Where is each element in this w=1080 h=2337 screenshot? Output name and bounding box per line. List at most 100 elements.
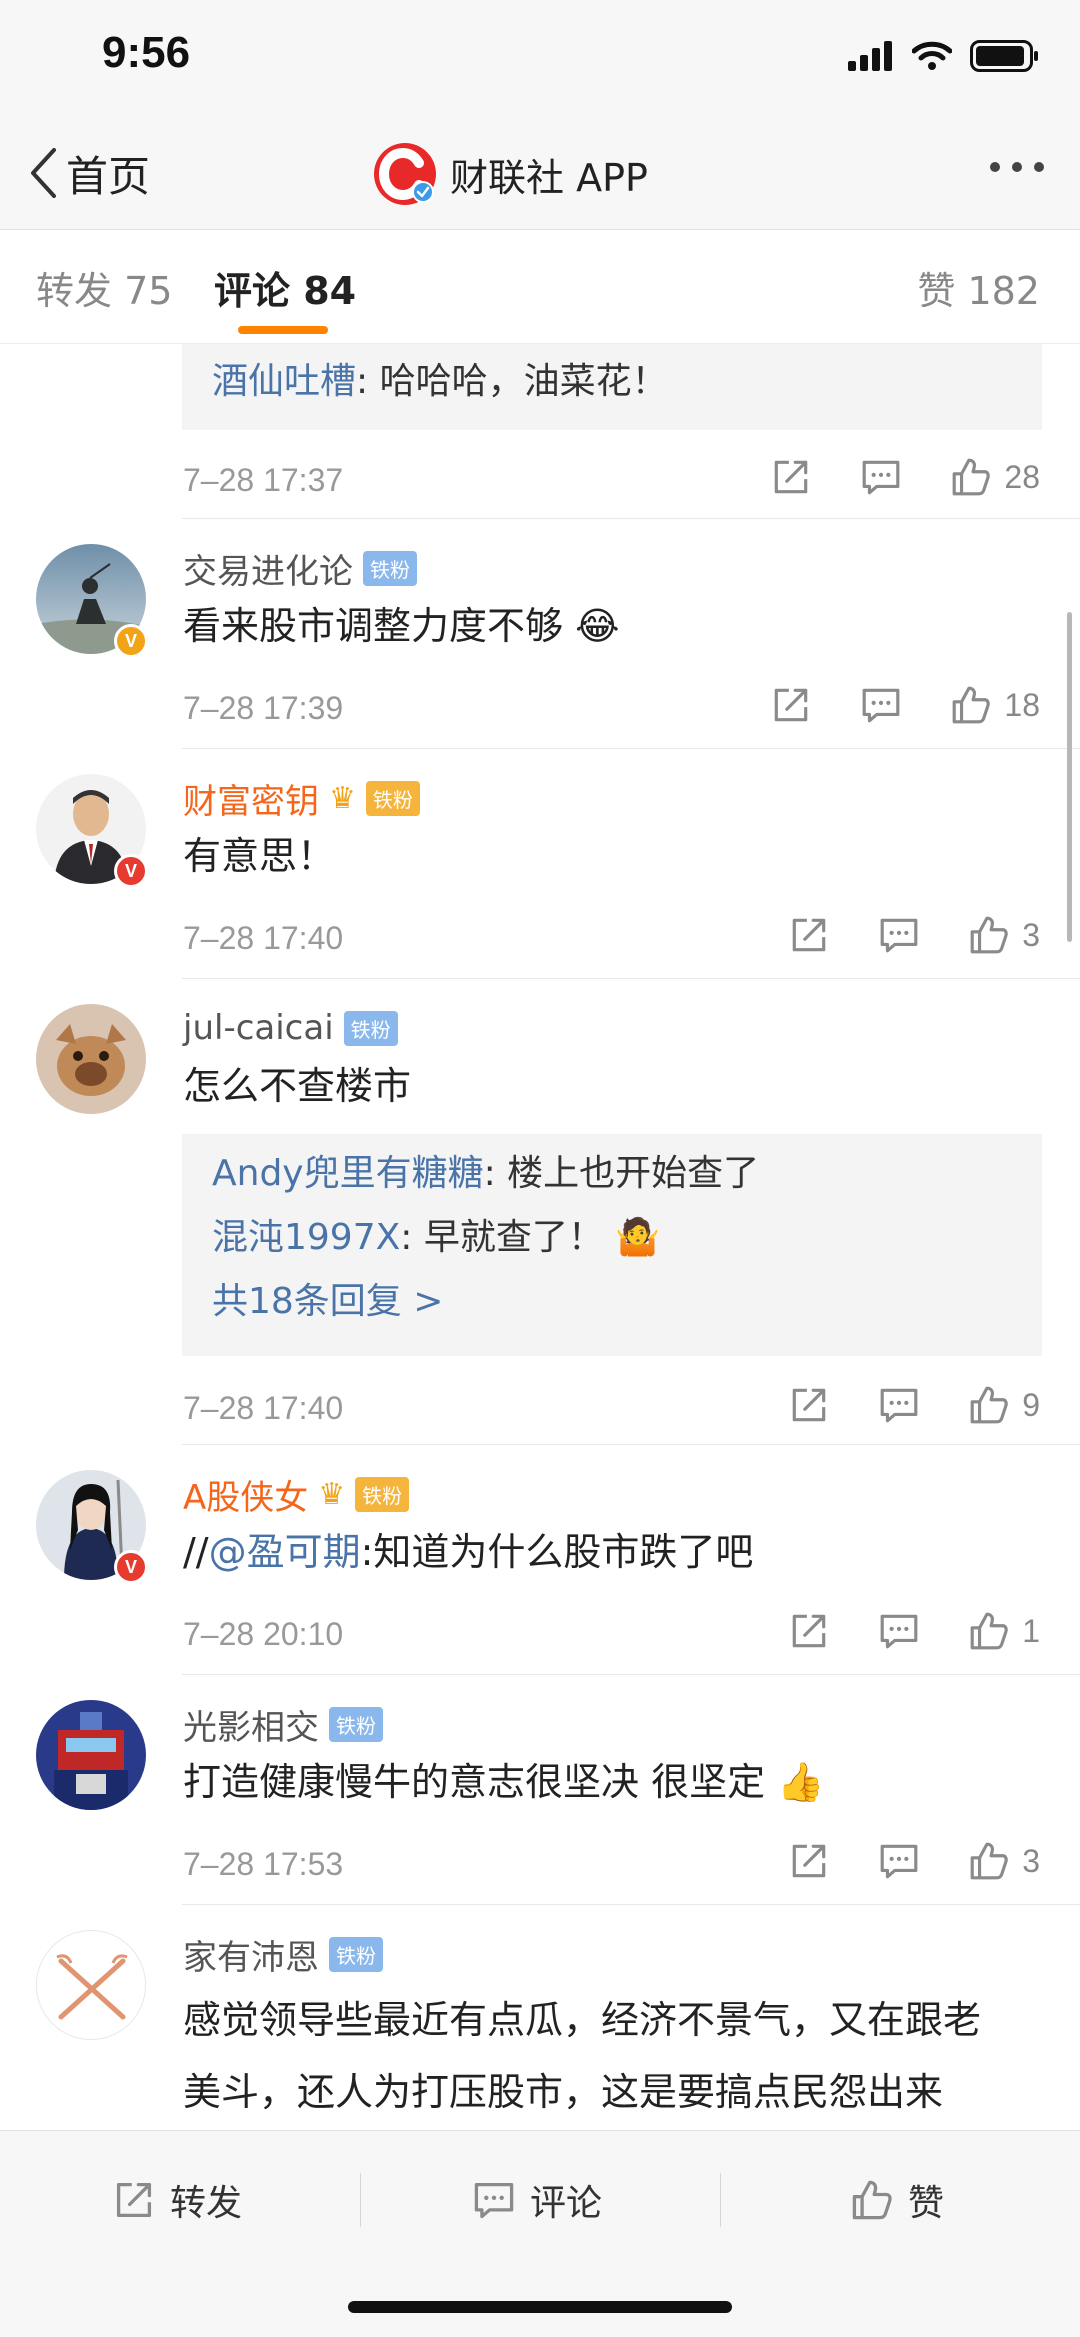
more-replies-link[interactable]: 共18条回复 > bbox=[212, 1270, 1012, 1334]
username-row: A股侠女 ♛ 铁粉 bbox=[183, 1470, 410, 1519]
comment-label: 评论 bbox=[530, 2183, 603, 2224]
like-label: 赞 bbox=[908, 2183, 945, 2224]
share-icon[interactable] bbox=[770, 456, 812, 498]
mention-link[interactable]: @盈可期 bbox=[209, 1530, 361, 1574]
share-icon[interactable] bbox=[770, 684, 812, 726]
comment-meta: 7–28 17:40 9 bbox=[0, 1384, 1080, 1434]
reply-preview[interactable]: Andy兜里有糖糖: 楼上也开始查了 混沌1997X: 早就查了！ 🤷 共18条… bbox=[182, 1134, 1042, 1356]
home-indicator[interactable] bbox=[348, 2301, 732, 2313]
comment-item: V 交易进化论 铁粉 看来股市调整力度不够 😂 7–28 17:39 18 bbox=[0, 544, 1080, 764]
username-row: 交易进化论 铁粉 bbox=[183, 544, 417, 592]
comment-actions: 18 bbox=[770, 684, 1040, 726]
like-button[interactable]: 18 bbox=[950, 684, 1040, 726]
battery-icon bbox=[970, 40, 1038, 72]
comment-list[interactable]: 酒仙吐槽: 哈哈哈，油菜花！ 7–28 17:37 28 V 交易进化论 铁粉 … bbox=[0, 344, 1080, 2130]
reply-preview[interactable]: 酒仙吐槽: 哈哈哈，油菜花！ bbox=[182, 344, 1042, 430]
verified-badge-icon: V bbox=[114, 624, 148, 658]
comment-meta: 7–28 17:40 3 bbox=[0, 914, 1080, 964]
comment-time: 7–28 20:10 bbox=[183, 1616, 344, 1652]
comment-item: 家有沛恩 铁粉 感觉领导些最近有点瓜，经济不景气，又在跟老 美斗，还人为打压股市… bbox=[0, 1930, 1080, 2130]
reply-text: : 哈哈哈，油菜花！ bbox=[356, 361, 668, 402]
username[interactable]: 财富密钥 bbox=[183, 774, 319, 823]
reply-text: : 早就查了！ 🤷 bbox=[400, 1217, 661, 1258]
like-count: 9 bbox=[1022, 1386, 1040, 1423]
share-icon[interactable] bbox=[788, 914, 830, 956]
username[interactable]: A股侠女 bbox=[183, 1470, 308, 1519]
fan-badge: 铁粉 bbox=[329, 1706, 383, 1742]
repost-label: 转发 bbox=[170, 2183, 243, 2224]
reply-item: 酒仙吐槽: 哈哈哈，油菜花！ bbox=[212, 350, 1012, 414]
username-row: 家有沛恩 铁粉 bbox=[183, 1930, 383, 1978]
reply-item: 混沌1997X: 早就查了！ 🤷 bbox=[212, 1206, 1012, 1270]
thumbs-up-icon bbox=[968, 1840, 1010, 1882]
divider bbox=[182, 1444, 1080, 1445]
comment-icon[interactable] bbox=[878, 1384, 920, 1426]
comment-text: //@盈可期:知道为什么股市跌了吧 bbox=[183, 1524, 753, 1580]
more-menu-icon[interactable] bbox=[990, 162, 1044, 172]
tab-like[interactable]: 赞 182 bbox=[917, 260, 1040, 315]
avatar[interactable] bbox=[36, 1930, 146, 2040]
like-button[interactable]: 3 bbox=[968, 914, 1040, 956]
comment-actions: 3 bbox=[788, 1840, 1040, 1882]
like-button[interactable]: 9 bbox=[968, 1384, 1040, 1426]
comment-text: 看来股市调整力度不够 😂 bbox=[183, 604, 620, 648]
username[interactable]: jul-caicai bbox=[183, 1008, 334, 1048]
username-row: 财富密钥 ♛ 铁粉 bbox=[183, 774, 420, 822]
thumbs-up-icon bbox=[968, 914, 1010, 956]
comment-icon[interactable] bbox=[878, 1840, 920, 1882]
comment-text-line: 美斗，还人为打压股市，这是要搞点民怨出来 bbox=[183, 2070, 944, 2114]
verified-badge-icon: V bbox=[114, 1550, 148, 1584]
share-icon[interactable] bbox=[788, 1384, 830, 1426]
like-count: 28 bbox=[1004, 458, 1040, 495]
like-button[interactable]: 赞 bbox=[850, 2167, 944, 2233]
username[interactable]: 家有沛恩 bbox=[183, 1930, 319, 1979]
username-row: jul-caicai 铁粉 bbox=[183, 1004, 398, 1052]
like-button[interactable]: 3 bbox=[968, 1840, 1040, 1882]
comment-time: 7–28 17:40 bbox=[183, 1390, 344, 1426]
account-name: 财联社 APP bbox=[450, 155, 648, 200]
comment-item: V 财富密钥 ♛ 铁粉 有意思！ 7–28 17:40 3 bbox=[0, 774, 1080, 994]
comment-actions: 3 bbox=[788, 914, 1040, 956]
comment-time: 7–28 17:37 bbox=[183, 462, 344, 498]
tab-repost[interactable]: 转发 75 bbox=[36, 260, 172, 315]
reply-user[interactable]: Andy兜里有糖糖 bbox=[212, 1153, 484, 1194]
crown-icon: ♛ bbox=[329, 780, 356, 816]
like-count: 3 bbox=[1022, 916, 1040, 953]
thumbs-up-icon bbox=[850, 2178, 894, 2222]
avatar[interactable] bbox=[36, 1700, 146, 1810]
reply-item: Andy兜里有糖糖: 楼上也开始查了 bbox=[212, 1142, 1012, 1206]
back-button[interactable]: 首页 bbox=[28, 140, 150, 206]
username[interactable]: 光影相交 bbox=[183, 1700, 319, 1749]
comment-icon[interactable] bbox=[860, 456, 902, 498]
scrollbar[interactable] bbox=[1067, 612, 1072, 942]
fan-badge: 铁粉 bbox=[355, 1476, 410, 1512]
share-icon[interactable] bbox=[788, 1840, 830, 1882]
comment-icon[interactable] bbox=[860, 684, 902, 726]
comment-icon[interactable] bbox=[878, 1610, 920, 1652]
username[interactable]: 交易进化论 bbox=[183, 544, 353, 593]
divider bbox=[182, 1674, 1080, 1675]
account-logo bbox=[372, 141, 438, 207]
share-icon[interactable] bbox=[788, 1610, 830, 1652]
comment-text: 怎么不查楼市 bbox=[183, 1064, 412, 1108]
comment-icon[interactable] bbox=[878, 914, 920, 956]
crown-icon: ♛ bbox=[318, 1476, 346, 1512]
comment-button[interactable]: 评论 bbox=[472, 2167, 602, 2233]
like-count: 3 bbox=[1022, 1842, 1040, 1879]
back-label: 首页 bbox=[66, 151, 151, 201]
chevron-left-icon bbox=[31, 148, 56, 198]
like-button[interactable]: 28 bbox=[950, 456, 1040, 498]
fan-badge: 铁粉 bbox=[363, 550, 417, 586]
comment-item: V A股侠女 ♛ 铁粉 //@盈可期:知道为什么股市跌了吧 7–28 20:10… bbox=[0, 1470, 1080, 1690]
repost-button[interactable]: 转发 bbox=[112, 2167, 242, 2233]
comment-time: 7–28 17:53 bbox=[183, 1846, 344, 1882]
reply-user[interactable]: 混沌1997X bbox=[212, 1217, 400, 1258]
tab-comment[interactable]: 评论 84 bbox=[214, 260, 356, 315]
like-button[interactable]: 1 bbox=[968, 1610, 1040, 1652]
like-count: 18 bbox=[1004, 686, 1040, 723]
avatar[interactable] bbox=[36, 1004, 146, 1114]
bottom-action-bar: 转发 评论 赞 bbox=[0, 2130, 1080, 2337]
comment-meta: 7–28 17:39 18 bbox=[0, 684, 1080, 734]
reply-user[interactable]: 酒仙吐槽 bbox=[212, 361, 356, 402]
account-header[interactable]: 财联社 APP bbox=[372, 138, 648, 210]
